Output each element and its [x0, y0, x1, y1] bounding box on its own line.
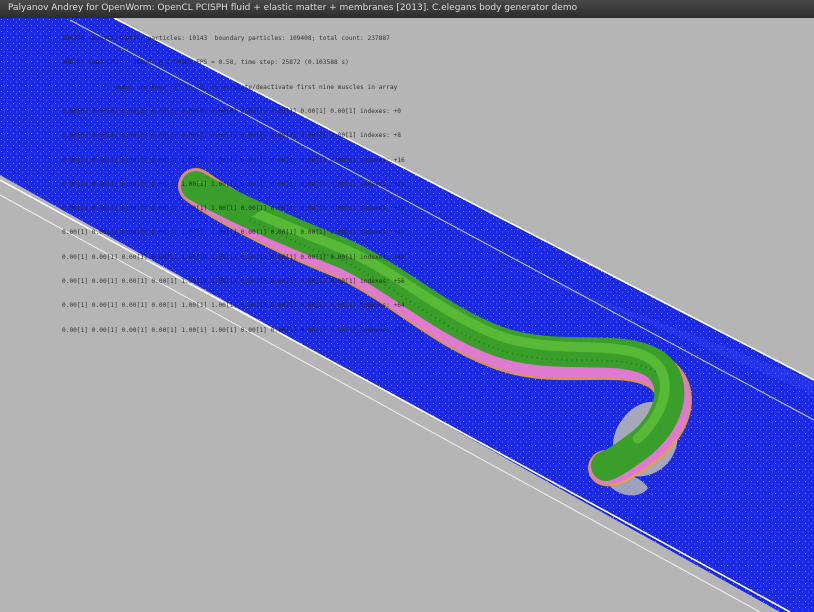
stats-line: aMD(R) Quad CPU Q8300 @ 2.50GHz FPS = 0.…: [62, 59, 349, 67]
title-bar[interactable]: Palyanov Andrey for OpenWorm: OpenCL PCI…: [0, 0, 814, 18]
stats-line: // cemor use keys '1' to '9' to activate…: [62, 83, 398, 91]
muscle-row: 0.00[1] 0.00[1] 0.00[1] 0.00[1] 1.00[1] …: [62, 180, 405, 188]
muscle-row: 0.00[1] 0.00[1] 0.00[1] 0.00[1] 1.00[1] …: [62, 302, 405, 310]
muscle-row: 0.00[1] 0.00[1] 0.00[1] 0.00[1] 1.00[1] …: [62, 229, 405, 237]
muscle-row: 0.00[0] 0.00[0] 0.00[1] 0.00[1] 0.00[0] …: [62, 108, 401, 116]
simulation-window: Palyanov Andrey for OpenWorm: OpenCL PCI…: [0, 0, 814, 612]
muscle-row: 0.00[0] 0.00[1] 0.00[2] 0.00[1] 0.00[2] …: [62, 132, 401, 140]
muscle-row: 0.00[1] 0.00[1] 0.00[1] 0.00[1] 1.00[1] …: [62, 253, 405, 261]
stats-line: 180336 elastic matter particles: 10143 b…: [62, 35, 390, 43]
muscle-row: 0.00[1] 0.00[1] 0.00[1] 0.00[1] 1.00[1] …: [62, 278, 405, 285]
muscle-row: 0.00[1] 0.00[1] 0.00[1] 0.00[1] 1.00[1] …: [62, 156, 405, 164]
window-title: Palyanov Andrey for OpenWorm: OpenCL PCI…: [8, 3, 578, 13]
muscle-row: 0.00[1] 0.00[1] 0.00[1] 0.00[1] 1.00[1] …: [62, 326, 405, 334]
simulation-stats-overlay: 180336 elastic matter particles: 10143 b…: [62, 19, 405, 351]
muscle-row: 0.00[1] 0.00[1] 0.00[1] 0.00[1] 1.00[1] …: [62, 205, 405, 213]
